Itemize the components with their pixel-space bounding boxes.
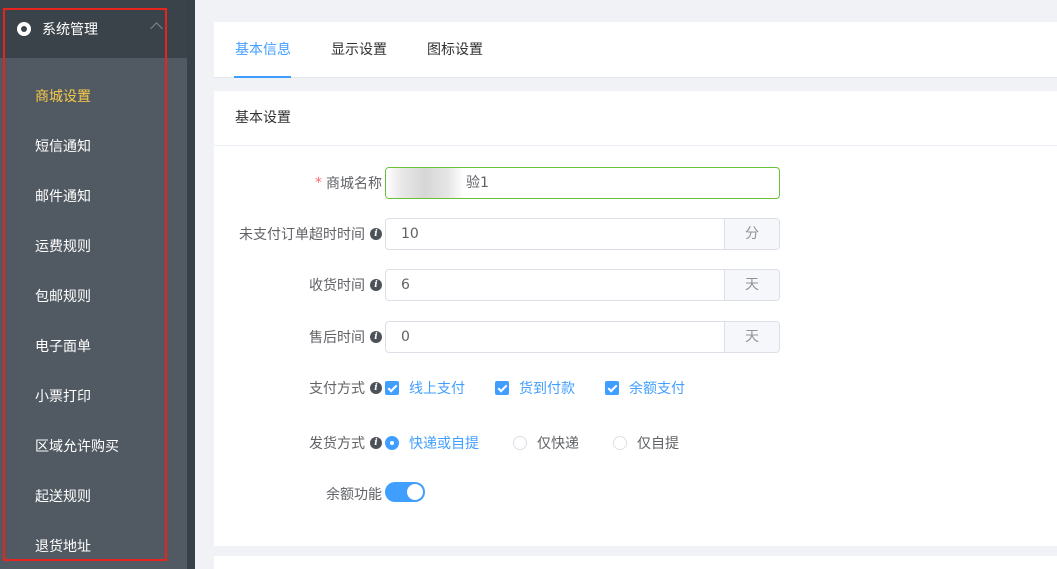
unpaid-timeout-value: 10	[401, 226, 419, 242]
info-icon[interactable]: i	[370, 331, 382, 343]
radio-express-or-pickup[interactable]: 快递或自提	[385, 433, 479, 453]
mall-name-input[interactable]: 验1	[385, 167, 780, 199]
checkbox-cash-on-delivery[interactable]: 货到付款	[495, 378, 575, 398]
payment-method-label: 支付方式 i	[309, 378, 382, 398]
checkbox-checked-icon	[495, 381, 509, 395]
next-section-card	[214, 556, 1057, 569]
tab-icon-settings[interactable]: 图标设置	[427, 22, 483, 78]
sidebar-item-minimum-order-rules[interactable]: 起送规则	[0, 472, 187, 522]
gear-icon	[17, 22, 31, 36]
sidebar-menu: 商城设置 短信通知 邮件通知 运费规则 包邮规则 电子面单 小票打印 区域允许购…	[0, 58, 187, 569]
unit-days: 天	[724, 322, 779, 352]
checkbox-online-payment[interactable]: 线上支付	[385, 378, 465, 398]
tab-bar: 基本信息 显示设置 图标设置	[214, 22, 1057, 78]
info-icon[interactable]: i	[370, 382, 382, 394]
tab-basic-info[interactable]: 基本信息	[235, 22, 291, 78]
mall-name-label: * 商城名称	[315, 175, 382, 192]
receive-time-input[interactable]: 6 天	[385, 269, 780, 301]
radio-unselected-icon	[613, 436, 627, 450]
info-icon[interactable]: i	[370, 437, 382, 449]
required-asterisk: *	[315, 175, 322, 191]
sidebar-item-shipping-rules[interactable]: 运费规则	[0, 222, 187, 272]
sidebar-item-allowed-regions[interactable]: 区域允许购买	[0, 422, 187, 472]
aftersale-time-input[interactable]: 0 天	[385, 321, 780, 353]
chevron-up-icon	[150, 22, 163, 35]
sidebar-item-e-waybill[interactable]: 电子面单	[0, 322, 187, 372]
mall-name-value: 验1	[466, 175, 489, 191]
sidebar-group-system-management[interactable]: 系统管理	[0, 0, 187, 58]
unpaid-timeout-label: 未支付订单超时时间 i	[239, 224, 382, 244]
basic-settings-card: 基本设置 * 商城名称 验1 未支付订单超时时间 i 10 分 收货时间 i 6…	[214, 91, 1057, 546]
unpaid-timeout-input[interactable]: 10 分	[385, 218, 780, 250]
sidebar-item-return-address[interactable]: 退货地址	[0, 522, 187, 569]
toggle-knob	[407, 484, 423, 500]
section-title: 基本设置	[214, 91, 1057, 146]
aftersale-time-label: 售后时间 i	[309, 327, 382, 347]
radio-selected-icon	[385, 436, 399, 450]
sidebar-item-mall-settings[interactable]: 商城设置	[0, 72, 187, 122]
info-icon[interactable]: i	[370, 228, 382, 240]
balance-feature-toggle[interactable]	[385, 482, 425, 502]
radio-unselected-icon	[513, 436, 527, 450]
delivery-method-label: 发货方式 i	[309, 433, 382, 453]
unit-days: 天	[724, 270, 779, 300]
sidebar-item-receipt-printing[interactable]: 小票打印	[0, 372, 187, 422]
redacted-text	[386, 168, 464, 198]
main-content: 基本信息 显示设置 图标设置 基本设置 * 商城名称 验1 未支付订单超时时间 …	[195, 0, 1057, 569]
aftersale-time-value: 0	[401, 329, 410, 345]
checkbox-checked-icon	[605, 381, 619, 395]
unit-minutes: 分	[724, 219, 779, 249]
checkbox-balance-payment[interactable]: 余额支付	[605, 378, 685, 398]
radio-pickup-only[interactable]: 仅自提	[613, 433, 679, 453]
sidebar-group-title: 系统管理	[42, 22, 98, 38]
tab-display-settings[interactable]: 显示设置	[331, 22, 387, 78]
sidebar-item-email-notification[interactable]: 邮件通知	[0, 172, 187, 222]
balance-feature-label: 余额功能	[326, 487, 382, 503]
sidebar-item-free-shipping-rules[interactable]: 包邮规则	[0, 272, 187, 322]
sidebar: 系统管理 商城设置 短信通知 邮件通知 运费规则 包邮规则 电子面单 小票打印 …	[0, 0, 187, 569]
receive-time-value: 6	[401, 277, 410, 293]
info-icon[interactable]: i	[370, 279, 382, 291]
checkbox-checked-icon	[385, 381, 399, 395]
active-tab-indicator	[234, 76, 291, 78]
receive-time-label: 收货时间 i	[309, 275, 382, 295]
radio-express-only[interactable]: 仅快递	[513, 433, 579, 453]
sidebar-divider	[187, 0, 195, 569]
sidebar-item-sms-notification[interactable]: 短信通知	[0, 122, 187, 172]
